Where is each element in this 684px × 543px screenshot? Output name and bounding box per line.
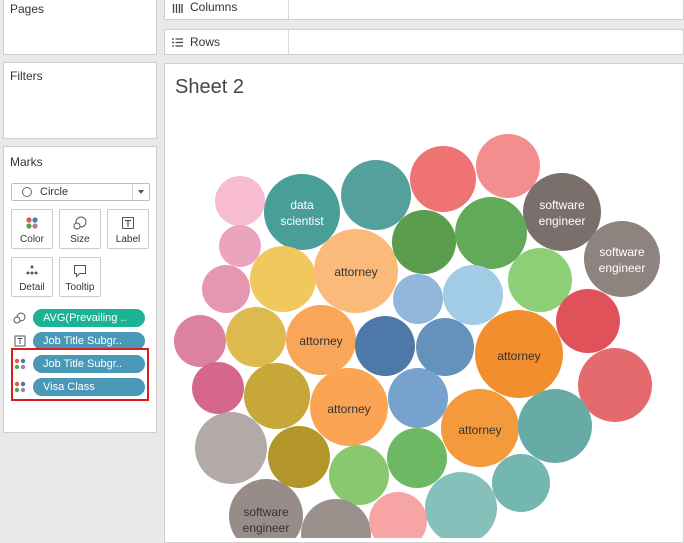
- size-icon: [73, 216, 87, 230]
- pages-title: Pages: [10, 2, 45, 16]
- shelf-divider: [288, 0, 289, 19]
- bubble: [264, 174, 340, 250]
- detail-icon: [26, 265, 38, 275]
- tooltip-icon: [74, 265, 86, 278]
- bubble: [410, 146, 476, 212]
- bubble: [455, 197, 527, 269]
- filters-title: Filters: [10, 69, 43, 83]
- bubble: [556, 289, 620, 353]
- bubble-label: software: [539, 198, 585, 212]
- bubble: [393, 274, 443, 324]
- packed-bubble-chart: data scientist software engineer softwar…: [174, 134, 660, 538]
- size-icon: [13, 312, 26, 324]
- bubble: [268, 426, 330, 488]
- bubble: [425, 472, 497, 538]
- bubble-label: engineer: [599, 261, 646, 275]
- bubble: [476, 134, 540, 198]
- bubble: [202, 265, 250, 313]
- bubble-label: engineer: [243, 521, 290, 535]
- avg-prevailing-pill[interactable]: AVG(Prevailing ..: [33, 309, 145, 327]
- detail-button[interactable]: Detail: [11, 257, 53, 297]
- bubble: [584, 221, 660, 297]
- marks-title: Marks: [10, 155, 43, 169]
- size-pill-row[interactable]: AVG(Prevailing ..: [13, 309, 148, 327]
- bubble-label: scientist: [280, 214, 324, 228]
- bubble: [388, 368, 448, 428]
- bubble: [174, 315, 226, 367]
- shelf-divider: [288, 30, 289, 54]
- bubble-label: attorney: [458, 423, 501, 437]
- bubble: [387, 428, 447, 488]
- bubble: [443, 265, 503, 325]
- filters-card[interactable]: Filters: [3, 62, 157, 139]
- rows-shelf[interactable]: Rows: [164, 29, 684, 55]
- label-icon: [122, 217, 134, 229]
- size-button-label: Size: [70, 234, 90, 245]
- bubble-label: attorney: [299, 334, 342, 348]
- bubble: [341, 160, 411, 230]
- bubble: [416, 318, 474, 376]
- bubble: [369, 492, 427, 538]
- bubble-label: attorney: [334, 265, 377, 279]
- bubble: [219, 225, 261, 267]
- bubble-label: attorney: [327, 402, 370, 416]
- color-button[interactable]: Color: [11, 209, 53, 249]
- bubble: [523, 173, 601, 251]
- bubble-label: attorney: [497, 349, 540, 363]
- color-icon: [26, 217, 38, 229]
- bubble: [244, 363, 310, 429]
- bubble: [250, 246, 316, 312]
- chevron-down-icon[interactable]: [132, 184, 149, 200]
- color-button-label: Color: [20, 234, 44, 245]
- mark-type-dropdown[interactable]: Circle: [11, 183, 150, 201]
- label-icon: [14, 335, 26, 347]
- sheet-view[interactable]: Sheet 2 data scientist software engineer…: [164, 63, 684, 543]
- bubble: [578, 348, 652, 422]
- bubble: [226, 307, 286, 367]
- rows-icon: [172, 38, 183, 47]
- bubble: [518, 389, 592, 463]
- bubble-label: engineer: [539, 214, 586, 228]
- bubble-label: software: [599, 245, 645, 259]
- bubble-label: data: [290, 198, 314, 212]
- columns-label: Columns: [190, 0, 238, 14]
- tooltip-button-label: Tooltip: [65, 282, 95, 293]
- tooltip-button[interactable]: Tooltip: [59, 257, 101, 297]
- label-button[interactable]: Label: [107, 209, 149, 249]
- rows-label: Rows: [190, 35, 221, 49]
- bubble: [329, 445, 389, 505]
- pages-card[interactable]: Pages: [3, 0, 157, 55]
- bubble: [192, 362, 244, 414]
- label-button-label: Label: [115, 234, 141, 245]
- bubble-label: software: [243, 505, 289, 519]
- bubble: [215, 176, 265, 226]
- bubble: [355, 316, 415, 376]
- bubble: [195, 412, 267, 484]
- bubble: [392, 210, 456, 274]
- detail-button-label: Detail: [19, 282, 45, 293]
- columns-shelf[interactable]: Columns: [164, 0, 684, 20]
- circle-icon: [22, 187, 32, 197]
- highlight-box: [11, 348, 149, 401]
- size-button[interactable]: Size: [59, 209, 101, 249]
- columns-icon: [172, 4, 183, 13]
- mark-type-label: Circle: [40, 186, 69, 198]
- bubble: [492, 454, 550, 512]
